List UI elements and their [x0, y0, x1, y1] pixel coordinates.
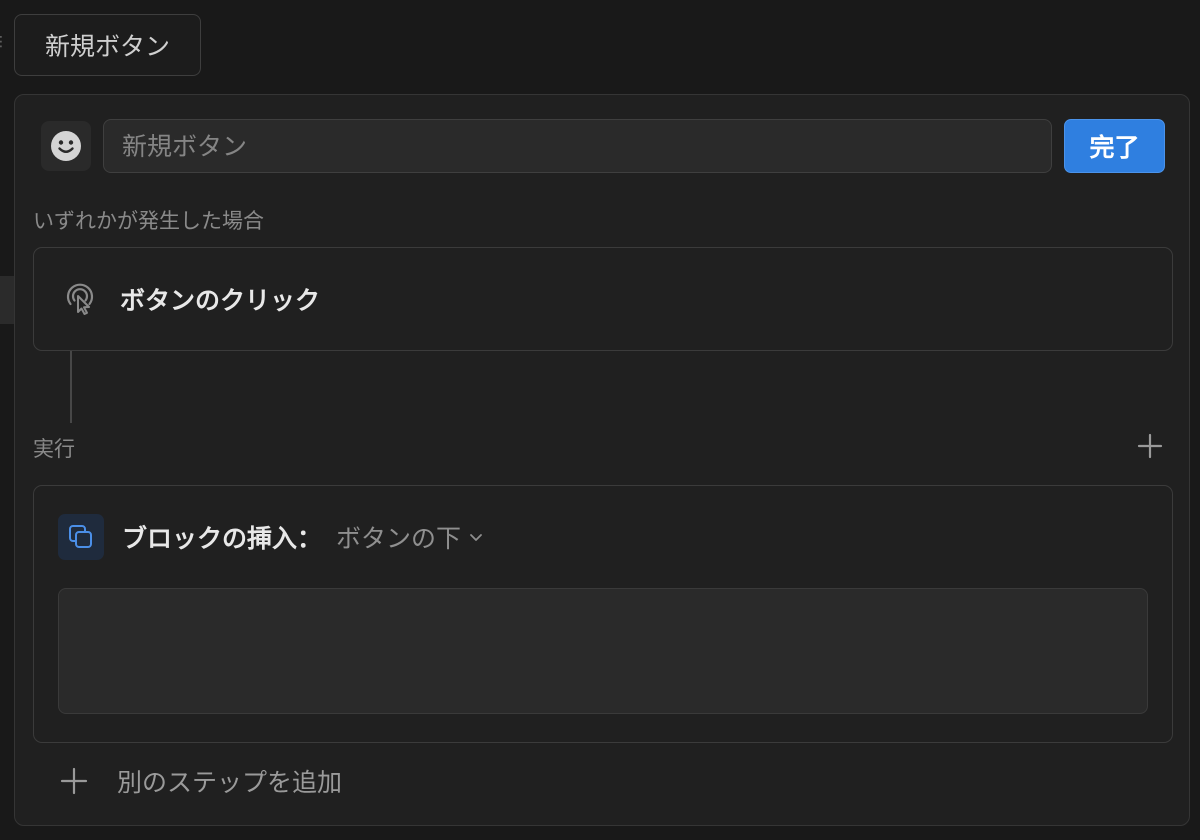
done-button-label: 完了	[1089, 133, 1140, 162]
emoji-picker-button[interactable]	[41, 121, 91, 171]
plus-icon	[1137, 433, 1163, 459]
action-card: ブロックの挿入： ボタンの下	[33, 485, 1173, 743]
smiley-icon	[51, 131, 81, 161]
exec-section-label: 実行	[33, 437, 75, 461]
action-icon-box	[58, 514, 104, 560]
button-editor-panel: 完了 いずれかが発生した場合 ボタンのクリック 実行 ブロックの挿入： ボ	[14, 94, 1190, 826]
new-button[interactable]: 新規ボタン	[14, 14, 201, 76]
insert-position-value: ボタンの下	[336, 524, 462, 553]
action-title: ブロックの挿入：	[122, 524, 323, 553]
add-step-label: 別のステップを追加	[117, 768, 343, 797]
trigger-label: ボタンのクリック	[120, 286, 321, 315]
plus-icon	[60, 767, 88, 795]
action-header: ブロックの挿入： ボタンの下	[58, 514, 485, 560]
flow-connector-line	[70, 351, 72, 423]
copy-blocks-icon	[69, 525, 92, 548]
add-step-button[interactable]: 別のステップを追加	[59, 759, 342, 803]
done-button[interactable]: 完了	[1064, 119, 1165, 173]
trigger-card[interactable]: ボタンのクリック	[33, 247, 1173, 351]
click-pointer-icon	[66, 283, 94, 315]
new-button-label: 新規ボタン	[44, 32, 170, 61]
insert-position-dropdown[interactable]: ボタンの下	[336, 519, 485, 555]
button-name-input[interactable]	[103, 119, 1052, 173]
add-action-button[interactable]	[1135, 431, 1165, 461]
chevron-down-icon	[470, 534, 482, 541]
block-content-area[interactable]	[58, 588, 1148, 714]
drag-handle-icon[interactable]: ⋮	[0, 30, 8, 54]
trigger-section-label: いずれかが発生した場合	[33, 209, 264, 233]
